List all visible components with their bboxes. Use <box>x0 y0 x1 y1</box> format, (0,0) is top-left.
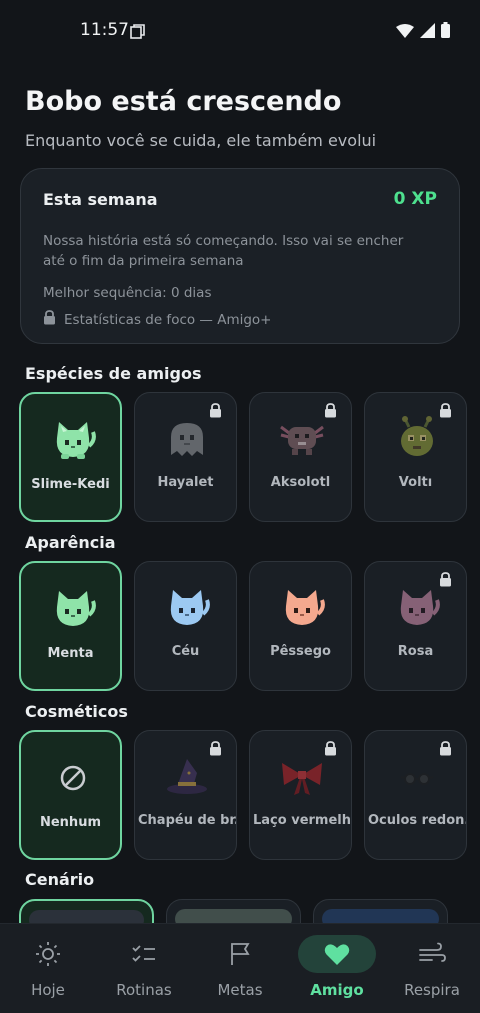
cosmetics-row: Nenhum Chapéu de br... Laço vermelho <box>19 730 480 860</box>
status-bar: 11:57 <box>0 0 480 62</box>
tile-label: Slime-Kedi <box>31 477 110 492</box>
ghost-icon <box>163 415 211 463</box>
week-summary-card: Esta semana 0 XP Nossa história está só … <box>20 168 460 344</box>
appearance-section-title: Aparência <box>25 533 116 552</box>
witch-hat-icon <box>163 753 211 801</box>
week-description: Nossa história está só começando. Isso v… <box>43 233 404 269</box>
xp-value: 0 XP <box>393 189 437 209</box>
species-tile-volti[interactable]: Voltı <box>364 392 467 522</box>
flag-icon <box>220 936 260 972</box>
nav-label: Metas <box>217 981 263 999</box>
week-card-title: Esta semana <box>43 190 158 209</box>
sun-icon <box>28 936 68 972</box>
appearance-tile-pessego[interactable]: Pêssego <box>249 561 352 691</box>
checklist-icon <box>124 936 164 972</box>
tile-label: Laço vermelho <box>253 813 351 828</box>
nav-amigo[interactable]: Amigo <box>297 924 393 1013</box>
bottom-navigation: Hoje Rotinas Metas Amigo Respira <box>0 923 480 1013</box>
axolotl-icon <box>278 415 326 463</box>
tile-label: Hayalet <box>157 475 214 490</box>
focus-stats-locked[interactable]: Estatísticas de foco — Amigo+ <box>43 310 272 329</box>
appearance-tile-ceu[interactable]: Céu <box>134 561 237 691</box>
none-icon <box>49 754 97 802</box>
cosmetic-tile-red-bow[interactable]: Laço vermelho <box>249 730 352 860</box>
wifi-icon <box>396 23 414 42</box>
tile-label: Voltı <box>398 475 433 490</box>
alien-icon <box>393 415 441 463</box>
focus-stats-label: Estatísticas de foco — Amigo+ <box>64 311 272 328</box>
nav-label: Amigo <box>310 981 364 999</box>
page-subtitle: Enquanto você se cuida, ele também evolu… <box>25 131 377 150</box>
appearance-tile-menta[interactable]: Menta <box>19 561 122 691</box>
mint-cat-icon <box>49 585 97 633</box>
wind-icon <box>412 936 452 972</box>
species-section-title: Espécies de amigos <box>25 364 202 383</box>
tile-label: Menta <box>47 646 94 661</box>
rose-cat-icon <box>393 584 441 632</box>
cosmetic-tile-round-glasses[interactable]: Óculos redon... <box>364 730 467 860</box>
scenery-section-title: Cenário <box>25 870 95 889</box>
nav-hoje[interactable]: Hoje <box>0 924 96 1013</box>
species-tile-slime-kedi[interactable]: Slime-Kedi <box>19 392 122 522</box>
status-time: 11:57 <box>80 20 129 40</box>
nav-label: Rotinas <box>116 981 172 999</box>
green-cat-icon <box>49 416 97 464</box>
screenshot-icon <box>130 24 145 43</box>
species-row: Slime-Kedi Hayalet Aksolotl Voltı <box>19 392 480 522</box>
battery-icon <box>441 22 450 42</box>
tile-label: Rosa <box>397 644 434 659</box>
cosmetic-tile-nenhum[interactable]: Nenhum <box>19 730 122 860</box>
nav-metas[interactable]: Metas <box>192 924 288 1013</box>
cosmetic-tile-witch-hat[interactable]: Chapéu de br... <box>134 730 237 860</box>
nav-rotinas[interactable]: Rotinas <box>96 924 192 1013</box>
appearance-tile-rosa[interactable]: Rosa <box>364 561 467 691</box>
round-glasses-icon <box>393 753 441 801</box>
appearance-row: Menta Céu Pêssego Rosa <box>19 561 480 691</box>
best-streak: Melhor sequência: 0 dias <box>43 285 212 301</box>
nav-label: Hoje <box>31 981 65 999</box>
sky-cat-icon <box>163 584 211 632</box>
page-title: Bobo está crescendo <box>25 86 342 117</box>
tile-label: Pêssego <box>270 644 331 659</box>
peach-cat-icon <box>278 584 326 632</box>
species-tile-hayalet[interactable]: Hayalet <box>134 392 237 522</box>
species-tile-aksolotl[interactable]: Aksolotl <box>249 392 352 522</box>
tile-label: Nenhum <box>39 815 101 830</box>
tile-label: Óculos redon... <box>368 813 466 828</box>
nav-label: Respira <box>404 981 460 999</box>
nav-respira[interactable]: Respira <box>384 924 480 1013</box>
lock-icon <box>43 310 56 329</box>
heart-icon <box>317 936 357 972</box>
tile-label: Céu <box>171 644 200 659</box>
tile-label: Aksolotl <box>270 475 331 490</box>
cosmetics-section-title: Cosméticos <box>25 702 128 721</box>
tile-label: Chapéu de br... <box>138 813 236 828</box>
red-bow-icon <box>278 753 326 801</box>
signal-icon <box>420 22 435 42</box>
